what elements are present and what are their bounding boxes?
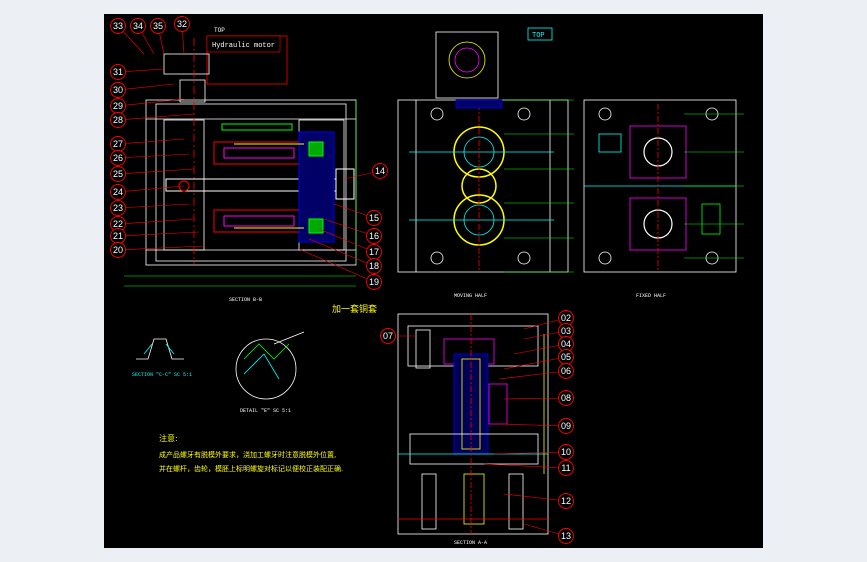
top-label-left: TOP bbox=[214, 27, 225, 34]
balloon-15: 15 bbox=[333, 203, 382, 226]
section-aa-view bbox=[397, 313, 549, 535]
balloon-number: 19 bbox=[369, 277, 379, 287]
balloon-number: 15 bbox=[369, 213, 379, 223]
section-cc-view bbox=[136, 338, 184, 360]
top-label-right: TOP bbox=[532, 32, 545, 40]
balloon-number: 32 bbox=[177, 19, 187, 29]
balloon-number: 02 bbox=[561, 313, 571, 323]
moving-half-view bbox=[397, 31, 569, 273]
balloon-number: 09 bbox=[561, 421, 571, 431]
drawing-canvas: 33 34 35 32 31 30 29 28 27 26 25 24 23 22 21 20 14 15 16 1… bbox=[104, 14, 763, 548]
balloon-29: 29 bbox=[110, 98, 185, 114]
balloon-09: 09 bbox=[498, 418, 574, 434]
balloon-21: 21 bbox=[110, 228, 200, 244]
notes-line-2: 并在螺杆，齿轮，模胚上标明螺旋对标记以便校正装配正确. bbox=[159, 464, 343, 473]
balloons-left: 33 34 35 32 31 30 29 28 27 26 25 24 23 22 21 20 bbox=[110, 16, 205, 258]
balloon-14: 14 bbox=[343, 163, 388, 180]
balloon-number: 34 bbox=[133, 21, 143, 31]
section-cc-label: SECTION "C-C" SC 5:1 bbox=[132, 372, 192, 378]
fixed-half-dims bbox=[684, 113, 744, 259]
balloon-number: 17 bbox=[369, 247, 379, 257]
section-aa-label: SECTION A-A bbox=[454, 540, 487, 546]
balloon-number: 30 bbox=[113, 85, 123, 95]
balloon-number: 18 bbox=[369, 261, 379, 271]
balloon-number: 33 bbox=[113, 21, 123, 31]
balloon-number: 08 bbox=[561, 393, 571, 403]
balloon-23: 23 bbox=[110, 200, 190, 216]
balloon-number: 10 bbox=[561, 447, 571, 457]
balloon-number: 22 bbox=[113, 219, 123, 229]
detail-e-label: DETAIL "E" SC 5:1 bbox=[240, 408, 291, 414]
balloon-number: 26 bbox=[113, 153, 123, 163]
balloon-number: 05 bbox=[561, 352, 571, 362]
notes-line-1: 成产品螺牙有脱模外要求，浇加工螺牙时注意脱模外位置, bbox=[159, 450, 336, 459]
balloon-11: 11 bbox=[483, 460, 574, 476]
balloon-number: 11 bbox=[561, 463, 570, 473]
balloon-number: 07 bbox=[383, 331, 393, 341]
balloon-30: 30 bbox=[110, 82, 175, 98]
balloon-27: 27 bbox=[110, 136, 185, 152]
balloon-35: 35 bbox=[150, 18, 166, 55]
balloon-12: 12 bbox=[503, 493, 574, 509]
cooling-note: 加一套铜套 bbox=[332, 303, 377, 315]
detail-e-view bbox=[235, 331, 305, 400]
balloon-number: 16 bbox=[369, 231, 379, 241]
moving-half-dims bbox=[504, 99, 574, 273]
balloon-number: 24 bbox=[113, 187, 123, 197]
balloon-08: 08 bbox=[503, 390, 574, 406]
cad-drawing: 33 34 35 32 31 30 29 28 27 26 25 24 23 22 21 20 14 15 16 1… bbox=[110, 16, 744, 546]
balloon-number: 04 bbox=[561, 339, 571, 349]
moving-half-label: MOVING HALF bbox=[454, 293, 487, 299]
balloon-26: 26 bbox=[110, 150, 190, 166]
notes-title: 注意: bbox=[159, 433, 178, 443]
balloon-number: 31 bbox=[113, 67, 123, 77]
balloon-number: 27 bbox=[113, 139, 123, 149]
balloon-24: 24 bbox=[110, 184, 185, 200]
fixed-half-label: FIXED HALF bbox=[636, 293, 666, 299]
hydraulic-motor-label: Hydraulic motor bbox=[212, 42, 275, 50]
notes-block: 注意: 成产品螺牙有脱模外要求，浇加工螺牙时注意脱模外位置, 并在螺杆，齿轮，模… bbox=[159, 433, 343, 473]
balloon-number: 21 bbox=[113, 231, 123, 241]
balloon-number: 03 bbox=[561, 326, 571, 336]
balloon-31: 31 bbox=[110, 64, 165, 80]
balloon-number: 06 bbox=[561, 366, 571, 376]
balloon-number: 25 bbox=[113, 169, 123, 179]
balloon-number: 20 bbox=[113, 245, 123, 255]
balloon-22: 22 bbox=[110, 216, 195, 232]
section-bb-label: SECTION B-B bbox=[229, 297, 262, 303]
balloon-number: 28 bbox=[113, 115, 123, 125]
balloon-number: 23 bbox=[113, 203, 123, 213]
balloon-number: 29 bbox=[113, 101, 123, 111]
balloon-32: 32 bbox=[174, 16, 190, 55]
balloon-number: 12 bbox=[561, 496, 571, 506]
balloon-number: 35 bbox=[153, 21, 163, 31]
balloon-10: 10 bbox=[493, 444, 574, 460]
balloon-number: 14 bbox=[375, 166, 385, 176]
balloon-number: 13 bbox=[561, 531, 571, 541]
